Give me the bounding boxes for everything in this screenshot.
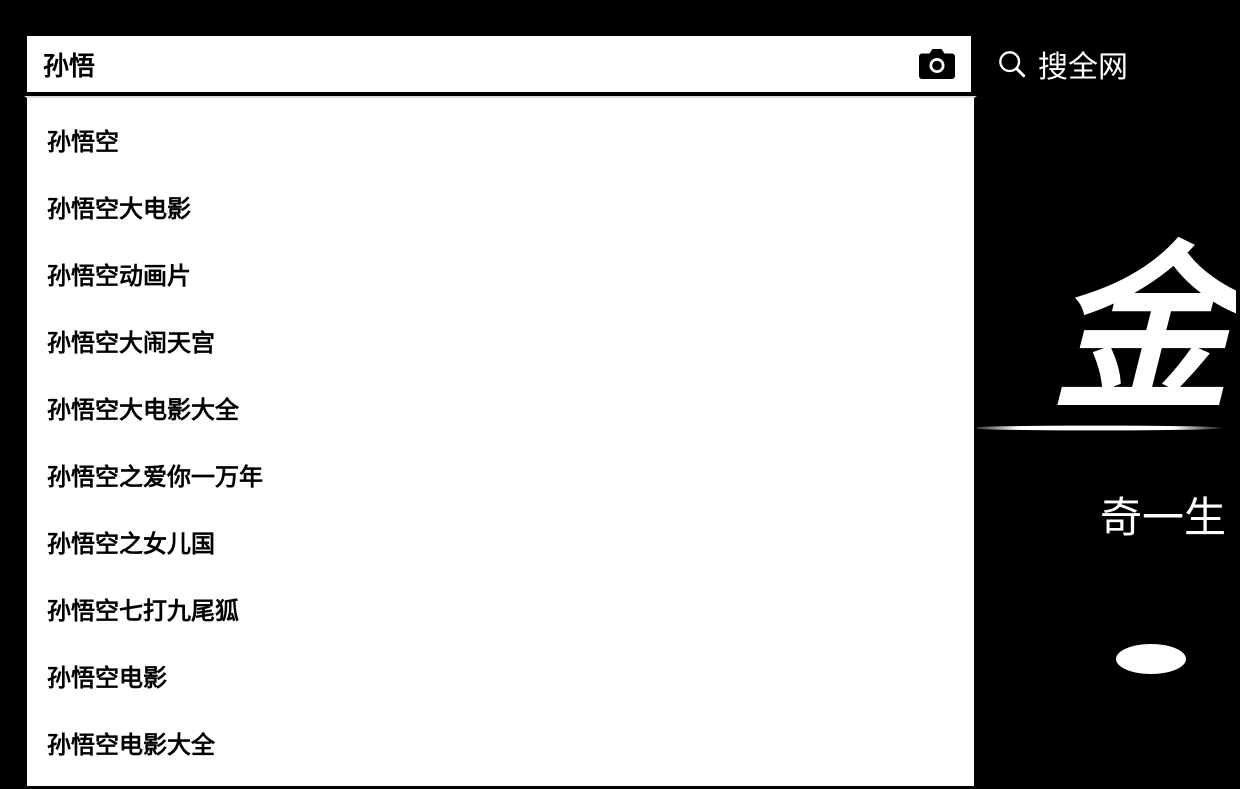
background-subtitle: 奇一生 [1100,484,1226,545]
suggestion-item[interactable]: 孙悟空七打九尾狐 [27,575,974,642]
search-bar-row: 搜全网 [4,4,1236,96]
search-button-label: 搜全网 [1038,42,1128,86]
background-poster: 金 奇一生 [956,124,1236,724]
suggestion-item[interactable]: 孙悟空之爱你一万年 [27,441,974,508]
suggestion-item[interactable]: 孙悟空电影 [27,642,974,709]
background-large-char: 金 [1051,184,1226,445]
camera-icon[interactable] [919,49,955,79]
suggestion-item[interactable]: 孙悟空大电影 [27,173,974,240]
search-web-button[interactable]: 搜全网 [998,32,1128,96]
suggestion-item[interactable]: 孙悟空 [27,106,974,173]
suggestion-item[interactable]: 孙悟空电影大全 [27,709,974,776]
background-blob [1116,644,1186,674]
suggestions-dropdown: 孙悟空 孙悟空大电影 孙悟空动画片 孙悟空大闹天宫 孙悟空大电影大全 孙悟空之爱… [24,96,977,789]
search-input-container [24,33,974,95]
suggestion-item[interactable]: 孙悟空动画片 [27,240,974,307]
search-icon [998,50,1026,78]
suggestion-item[interactable]: 孙悟空大闹天宫 [27,307,974,374]
suggestion-item[interactable]: 孙悟空之女儿国 [27,508,974,575]
background-streak [966,426,1226,431]
search-input[interactable] [43,49,919,80]
suggestion-item[interactable]: 孙悟空大电影大全 [27,374,974,441]
